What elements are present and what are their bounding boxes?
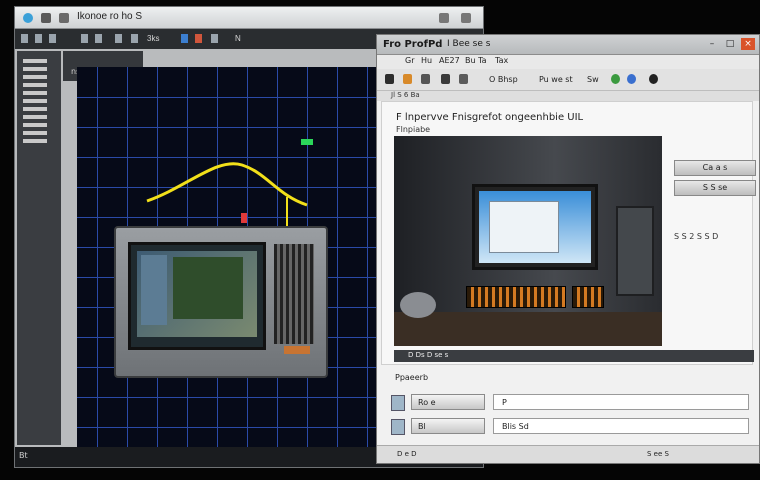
sidebar-item[interactable]: [23, 75, 47, 79]
document-area: F lnpervve Fnisgrefot ongeenhbie UIL Fln…: [381, 101, 756, 365]
gear-icon[interactable]: [59, 13, 69, 23]
sidebar-item[interactable]: [23, 123, 47, 127]
folder-icon[interactable]: [21, 34, 28, 43]
print-icon[interactable]: [421, 74, 430, 84]
sidebar-item[interactable]: [23, 59, 47, 63]
undo-icon[interactable]: [49, 34, 56, 43]
file-icon: [391, 395, 405, 411]
menu-item[interactable]: AE27: [439, 56, 460, 65]
status-right: S ee S: [647, 450, 669, 458]
right-window-title: Fro ProfPd: [383, 39, 443, 50]
back-icon[interactable]: [385, 74, 394, 84]
right-window-title-suffix: I Bee se s: [447, 39, 491, 49]
toolbar-text-2[interactable]: Pu we st: [539, 75, 573, 84]
menu-item[interactable]: Tax: [495, 56, 508, 65]
menu-item[interactable]: Gr: [405, 56, 415, 65]
right-title-bar[interactable]: Fro ProfPd I Bee se s – □ ×: [377, 35, 759, 55]
sidebar-item[interactable]: [23, 139, 47, 143]
side-note: S S 2 S S D: [674, 232, 719, 241]
menu-bar: Gr Hu AE27 Bu Ta Tax: [377, 55, 759, 69]
photo-keypad: [572, 286, 604, 308]
close-icon[interactable]: [461, 13, 471, 23]
side-button-2[interactable]: S S se: [674, 180, 756, 196]
bookmark-icon[interactable]: [403, 74, 412, 84]
settings-icon[interactable]: [627, 74, 636, 84]
crt-badge: [284, 346, 310, 354]
file-icon: [391, 419, 405, 435]
save-icon[interactable]: [35, 34, 42, 43]
photo-keyboard: [466, 286, 566, 308]
menu-item[interactable]: Bu Ta: [465, 56, 487, 65]
help-icon[interactable]: [439, 13, 449, 23]
sidebar-item[interactable]: [23, 131, 47, 135]
status-left: D e D: [397, 450, 417, 458]
sidebar-item[interactable]: [23, 67, 47, 71]
sub-bar-text: Jl S 6 Ba: [391, 91, 420, 99]
viewer-window: Fro ProfPd I Bee se s – □ × Gr Hu AE27 B…: [376, 34, 760, 464]
left-title-bar[interactable]: Ikonoe ro ho S: [15, 7, 483, 29]
row-field[interactable]: P: [493, 394, 749, 410]
app-icon: [23, 13, 33, 23]
close-button[interactable]: ×: [741, 38, 755, 50]
photo-tower: [616, 206, 654, 296]
doc-heading: F lnpervve Fnisgrefot ongeenhbie UIL: [396, 112, 584, 123]
toolbar-text-1[interactable]: O Bhsp: [489, 75, 518, 84]
form-row: Bl Blis Sd: [387, 415, 749, 437]
photo-mouse: [400, 292, 436, 318]
crt-vent: [274, 244, 314, 344]
toolbar-label-1[interactable]: 3ks: [147, 34, 159, 43]
select-icon[interactable]: [95, 34, 102, 43]
row-button[interactable]: Ro e: [411, 394, 485, 410]
maximize-button[interactable]: □: [723, 38, 737, 50]
refresh-icon[interactable]: [611, 74, 620, 84]
row-button[interactable]: Bl: [411, 418, 485, 434]
sidebar-item[interactable]: [23, 99, 47, 103]
share-icon[interactable]: [459, 74, 468, 84]
photo-desk: [394, 312, 662, 346]
side-button-1[interactable]: Ca a s: [674, 160, 756, 176]
align-icon[interactable]: [211, 34, 218, 43]
photo-monitor: [472, 184, 598, 270]
form-row: Ro e P: [387, 391, 749, 413]
crt-monitor-illustration[interactable]: [114, 226, 328, 378]
layers-icon[interactable]: [81, 34, 88, 43]
toolbar-label-2[interactable]: N: [235, 34, 241, 43]
sub-bar: Jl S 6 Ba: [377, 91, 759, 101]
desk-photo: [394, 136, 662, 346]
sidebar-item[interactable]: [23, 107, 47, 111]
toolbar-text-3[interactable]: Sw: [587, 75, 599, 84]
right-toolbar: O Bhsp Pu we st Sw: [377, 69, 759, 91]
menu-item[interactable]: Hu: [421, 56, 432, 65]
minimize-button[interactable]: –: [705, 38, 719, 50]
row-field[interactable]: Blis Sd: [493, 418, 749, 434]
left-sidebar: [17, 51, 61, 445]
left-window-title: Ikonoe ro ho S: [77, 11, 143, 22]
color-icon[interactable]: [181, 34, 188, 43]
crt-screen: [128, 242, 266, 350]
pen-icon[interactable]: [115, 34, 122, 43]
caption-bar: D Ds D se s: [394, 350, 754, 362]
info-icon[interactable]: [649, 74, 658, 84]
doc-subheading: Flnpiabe: [396, 125, 431, 134]
right-status-bar: D e D S ee S: [377, 445, 759, 463]
section-label: Ppaeerb: [395, 373, 429, 382]
export-icon[interactable]: [441, 74, 450, 84]
pin-icon[interactable]: [41, 13, 51, 23]
sidebar-item[interactable]: [23, 83, 47, 87]
sidebar-item[interactable]: [23, 115, 47, 119]
sidebar-item[interactable]: [23, 91, 47, 95]
fill-icon[interactable]: [195, 34, 202, 43]
left-status-text: Bt: [19, 451, 28, 460]
caption-text: D Ds D se s: [408, 351, 449, 359]
zoom-icon[interactable]: [131, 34, 138, 43]
